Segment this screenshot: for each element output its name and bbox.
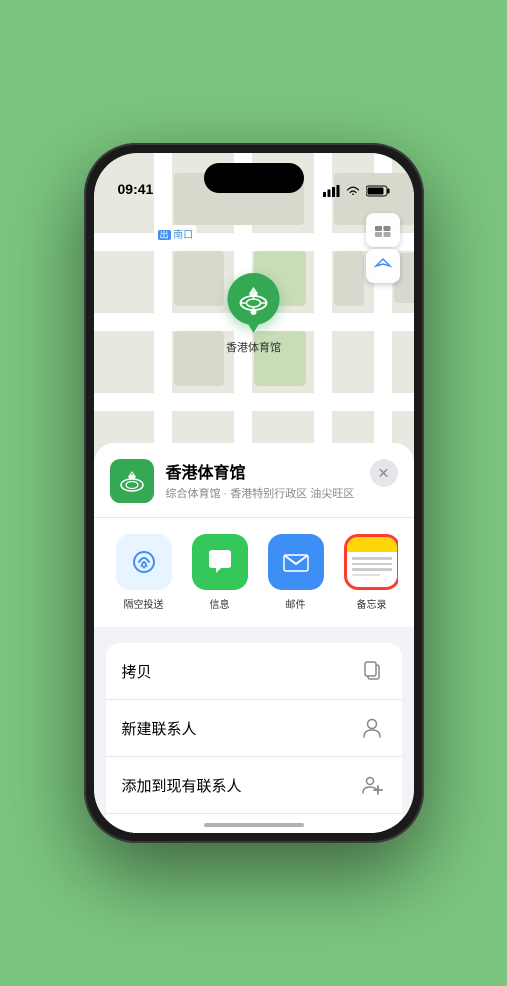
action-list-container: 拷贝 新建联系人: [94, 627, 414, 833]
mail-icon: [268, 534, 324, 590]
mail-label: 邮件: [286, 596, 306, 611]
pin-circle: [228, 273, 280, 325]
new-contact-icon: [358, 714, 386, 742]
bottom-sheet: 香港体育馆 综合体育馆 · 香港特别行政区 油尖旺区 ✕: [94, 443, 414, 833]
notes-label: 备忘录: [357, 596, 387, 611]
quick-note-icon: [358, 828, 386, 833]
phone-screen: 09:41: [94, 153, 414, 833]
share-item-airdrop[interactable]: 隔空投送: [110, 534, 178, 611]
map-layers-icon: [374, 221, 392, 239]
venue-name: 香港体育馆: [166, 459, 358, 483]
venue-subtitle: 综合体育馆 · 香港特别行政区 油尖旺区: [166, 485, 358, 501]
venue-pin: 香港体育馆: [226, 273, 281, 355]
notes-icon: [344, 534, 398, 590]
action-copy[interactable]: 拷贝: [106, 643, 402, 700]
location-arrow-icon: [374, 257, 392, 275]
signal-icon: [323, 185, 340, 197]
dynamic-island: [204, 163, 304, 193]
quick-note-symbol-icon: [361, 831, 383, 833]
airdrop-icon: [116, 534, 172, 590]
action-add-existing-label: 添加到现有联系人: [122, 775, 242, 796]
map-label-text: 南口: [173, 230, 193, 241]
copy-symbol-icon: [361, 660, 383, 682]
home-indicator: [204, 823, 304, 827]
add-contact-icon: [358, 771, 386, 799]
action-quick-note-label: 添加到新快速备忘录: [122, 832, 257, 834]
status-icons: [323, 185, 390, 197]
map-label: 出 南口: [154, 225, 198, 242]
person-symbol-icon: [361, 717, 383, 739]
venue-header: 香港体育馆 综合体育馆 · 香港特别行政区 油尖旺区 ✕: [110, 459, 398, 517]
airdrop-symbol-icon: [128, 546, 160, 578]
action-copy-label: 拷贝: [122, 661, 152, 682]
map-label-prefix: 出: [158, 230, 171, 240]
share-row: 隔空投送 信息: [110, 518, 398, 627]
venue-icon: [110, 459, 154, 503]
pin-dot: [251, 309, 257, 315]
person-add-symbol-icon: [361, 774, 383, 796]
pin-label: 香港体育馆: [226, 339, 281, 355]
action-list: 拷贝 新建联系人: [106, 643, 402, 833]
messages-icon: [192, 534, 248, 590]
status-time: 09:41: [118, 181, 154, 197]
sheet-handle-area: 香港体育馆 综合体育馆 · 香港特别行政区 油尖旺区 ✕: [94, 443, 414, 627]
map-controls: [366, 213, 400, 283]
messages-symbol-icon: [203, 545, 237, 579]
wifi-icon: [345, 185, 361, 197]
venue-stadium-icon: [118, 469, 146, 493]
share-item-messages[interactable]: 信息: [186, 534, 254, 611]
venue-info: 香港体育馆 综合体育馆 · 香港特别行政区 油尖旺区: [166, 459, 358, 501]
close-button[interactable]: ✕: [370, 459, 398, 487]
location-button[interactable]: [366, 249, 400, 283]
copy-icon: [358, 657, 386, 685]
share-item-mail[interactable]: 邮件: [262, 534, 330, 611]
phone-frame: 09:41: [84, 143, 424, 843]
messages-label: 信息: [210, 596, 230, 611]
action-add-contact[interactable]: 新建联系人: [106, 700, 402, 757]
action-add-contact-label: 新建联系人: [122, 718, 197, 739]
action-add-existing[interactable]: 添加到现有联系人: [106, 757, 402, 814]
mail-symbol-icon: [279, 545, 313, 579]
battery-icon: [366, 185, 390, 197]
share-item-notes[interactable]: 备忘录: [338, 534, 398, 611]
map-view-toggle[interactable]: [366, 213, 400, 247]
airdrop-label: 隔空投送: [124, 596, 164, 611]
